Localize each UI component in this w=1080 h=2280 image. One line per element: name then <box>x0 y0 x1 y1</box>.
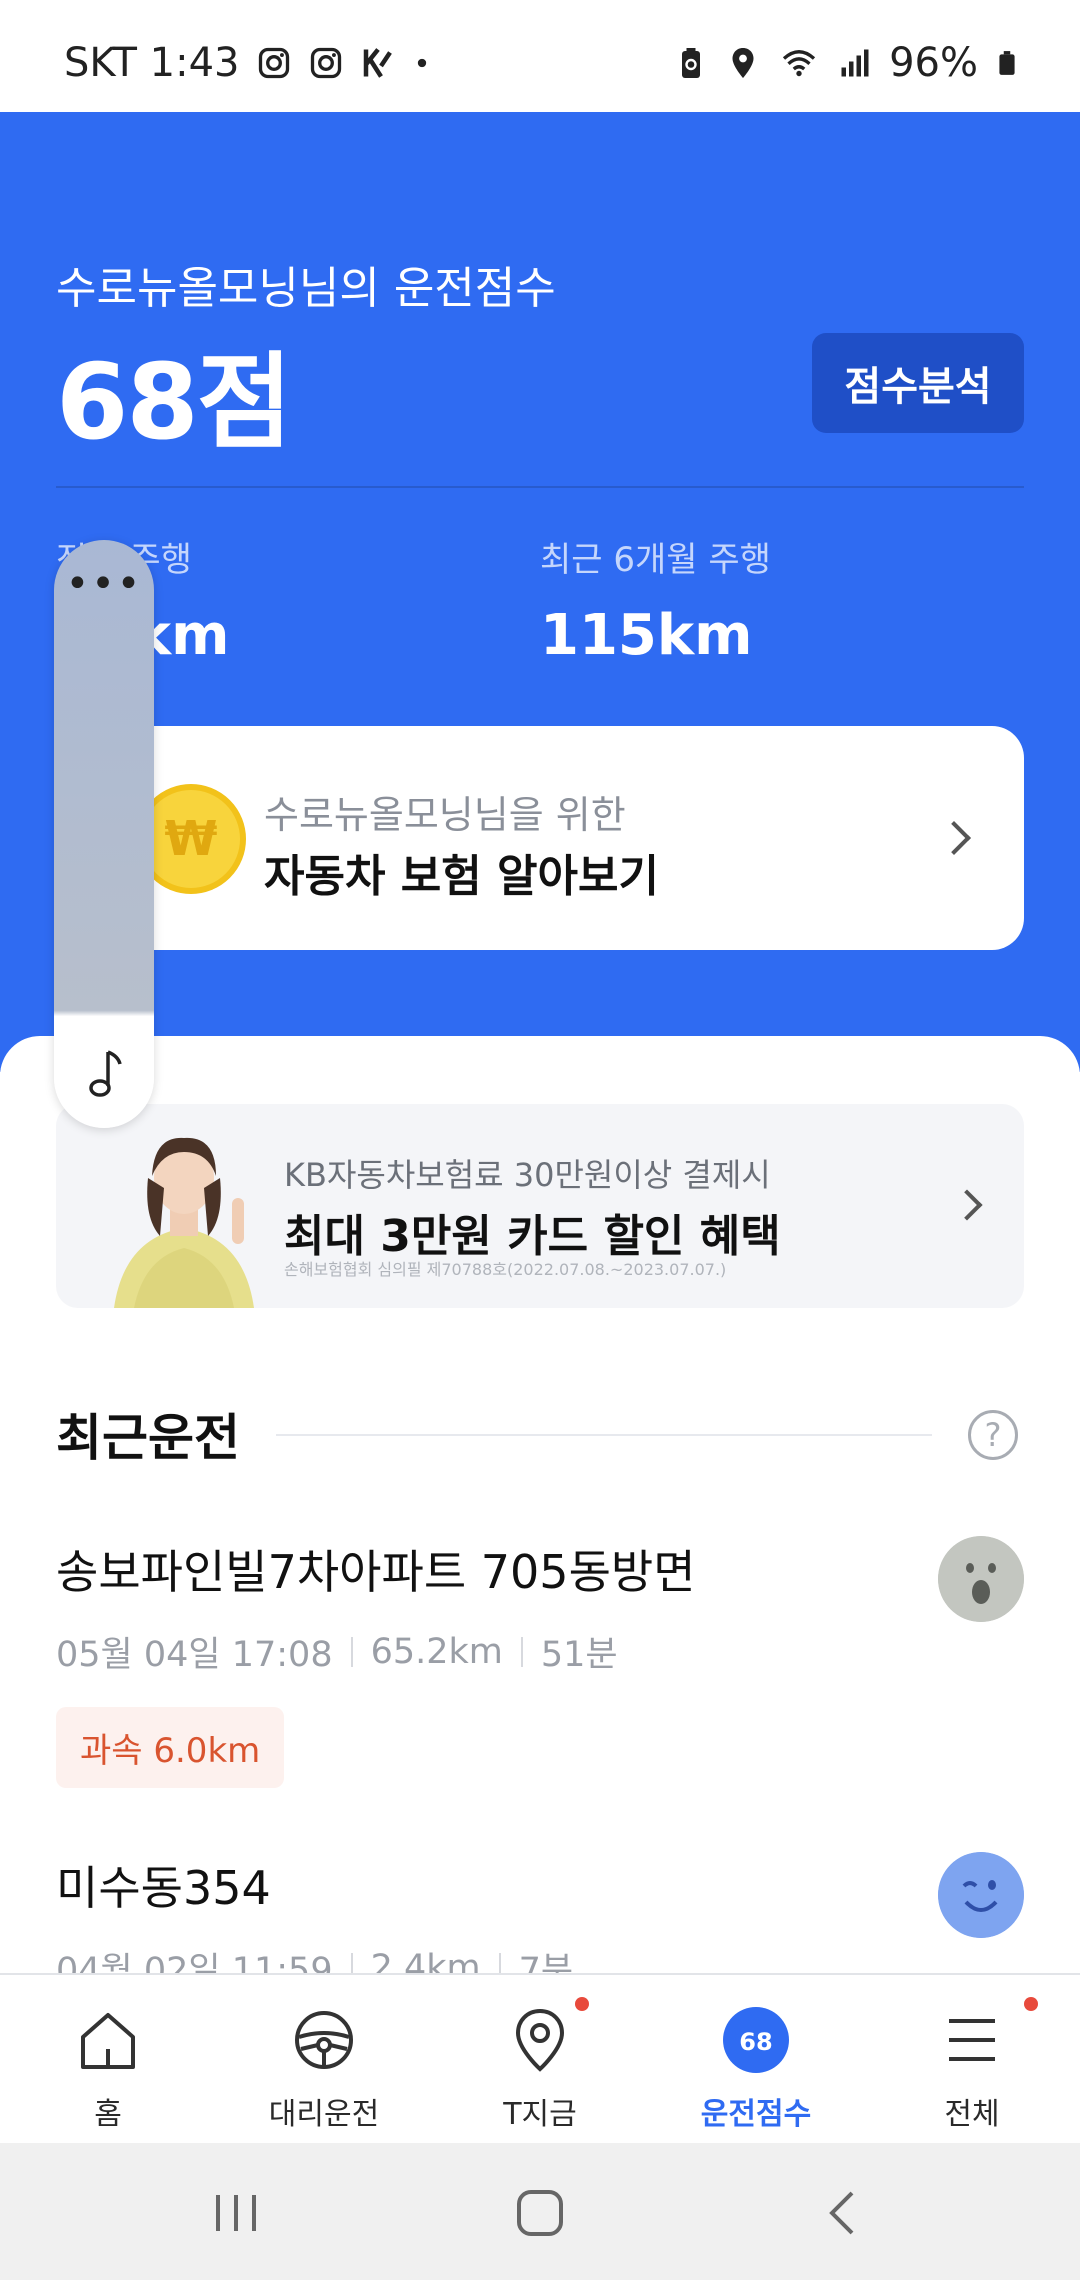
trip-distance: 65.2km <box>370 1631 503 1672</box>
meta-separator <box>350 1636 353 1667</box>
instagram-icon <box>310 47 341 79</box>
dot-icon <box>417 58 426 68</box>
nav-label: 대리운전 <box>268 2097 380 2132</box>
header-divider <box>56 486 1024 488</box>
location-icon <box>732 48 754 78</box>
nav-label: T지금 <box>503 2097 577 2132</box>
ad-subtitle: KB자동차보험료 30만원이상 결제시 <box>284 1156 771 1194</box>
score-analysis-button[interactable]: 점수분석 <box>812 333 1024 433</box>
trip-date: 05월 04일 17:08 <box>56 1635 333 1675</box>
recent-driving-title: 최근운전 <box>56 1409 240 1467</box>
stat-label: 최근 6개월 주행 <box>540 540 771 580</box>
score-gauge-icon: 68 <box>723 2007 789 2073</box>
battery-saver-icon <box>682 48 701 78</box>
insurance-subtitle: 수로뉴올모닝님을 위한 <box>264 793 626 837</box>
chevron-right-icon <box>937 821 971 855</box>
nav-t-now[interactable]: T지금 <box>432 1975 648 2143</box>
score-gauge-value: 68 <box>739 2028 772 2056</box>
ad-banner[interactable]: KB자동차보험료 30만원이상 결제시 최대 3만원 카드 할인 혜택 손해보험… <box>56 1104 1024 1308</box>
insurance-card[interactable]: ₩ 수로뉴올모닝님을 위한 자동차 보험 알아보기 <box>56 726 1024 950</box>
back-icon[interactable] <box>814 2183 874 2243</box>
stat-value: 115km <box>540 603 753 668</box>
wifi-icon <box>782 50 816 77</box>
battery-text: 96% <box>889 40 978 86</box>
overspeed-badge: 과속 6.0km <box>56 1707 285 1788</box>
recent-6-months-stat: 최근 6개월 주행 115km <box>540 532 771 668</box>
instagram-icon <box>258 47 289 79</box>
chevron-right-icon <box>951 1189 983 1221</box>
k-app-icon <box>363 48 392 78</box>
notification-dot <box>1024 1997 1038 2011</box>
section-divider <box>276 1434 932 1436</box>
wink-face-icon <box>938 1852 1024 1938</box>
nav-label: 운전점수 <box>700 2097 812 2132</box>
bottom-nav: 홈 대리운전 T지금 68 운전점수 전체 <box>0 1973 1080 2143</box>
carrier-time: SKT 1:43 <box>64 40 240 86</box>
trip-meta: 05월 04일 17:08 65.2km 51분 <box>56 1626 1024 1677</box>
nav-driving-score[interactable]: 68 운전점수 <box>648 1975 864 2143</box>
notification-dot <box>575 1997 589 2011</box>
ad-title: 최대 3만원 카드 할인 혜택 <box>284 1211 781 1262</box>
surprised-face-icon <box>938 1536 1024 1622</box>
driving-score: 68점 <box>56 341 292 463</box>
recent-apps-icon[interactable] <box>206 2183 266 2243</box>
steering-wheel-icon <box>295 2011 353 2069</box>
home-icon <box>81 2013 135 2069</box>
trip-item[interactable]: 송보파인빌7차아파트 705동방면 05월 04일 17:08 65.2km 5… <box>56 1536 1024 1788</box>
score-header: 수로뉴올모닝님의 운전점수 68점 점수분석 전체 주행 43km 최근 6개월… <box>0 112 1080 1072</box>
menu-icon <box>949 2019 995 2061</box>
music-note-icon[interactable] <box>84 1048 124 1100</box>
location-pin-icon <box>515 2008 565 2072</box>
system-nav-bar <box>0 2143 1080 2280</box>
ad-fine-print: 손해보험협회 심의필 제70788호(2022.07.08.~2023.07.0… <box>284 1260 727 1279</box>
nav-home[interactable]: 홈 <box>0 1975 216 2143</box>
nav-designated-driver[interactable]: 대리운전 <box>216 1975 432 2143</box>
nav-all-menu[interactable]: 전체 <box>864 1975 1080 2143</box>
floating-music-widget[interactable]: ••• <box>54 540 154 1128</box>
help-icon[interactable]: ? <box>968 1410 1018 1460</box>
ad-model-image <box>114 1137 254 1308</box>
trip-duration: 51분 <box>540 1635 618 1675</box>
status-bar: SKT 1:43 96% <box>0 0 1080 112</box>
insurance-title: 자동차 보험 알아보기 <box>264 851 659 902</box>
nav-label: 전체 <box>944 2097 1000 2132</box>
battery-icon <box>999 51 1015 75</box>
meta-separator <box>520 1636 523 1667</box>
nav-label: 홈 <box>94 2097 122 2132</box>
score-subtitle: 수로뉴올모닝님의 운전점수 <box>56 263 556 314</box>
trip-title: 송보파인빌7차아파트 705동방면 <box>56 1545 696 1599</box>
trip-title: 미수동354 <box>56 1861 271 1915</box>
trip-item[interactable]: 미수동354 04월 02일 11:59 2.4km 7분 <box>56 1852 1024 1993</box>
home-button-icon[interactable] <box>510 2183 570 2243</box>
more-options-icon[interactable]: ••• <box>54 564 154 604</box>
signal-icon <box>841 49 869 77</box>
